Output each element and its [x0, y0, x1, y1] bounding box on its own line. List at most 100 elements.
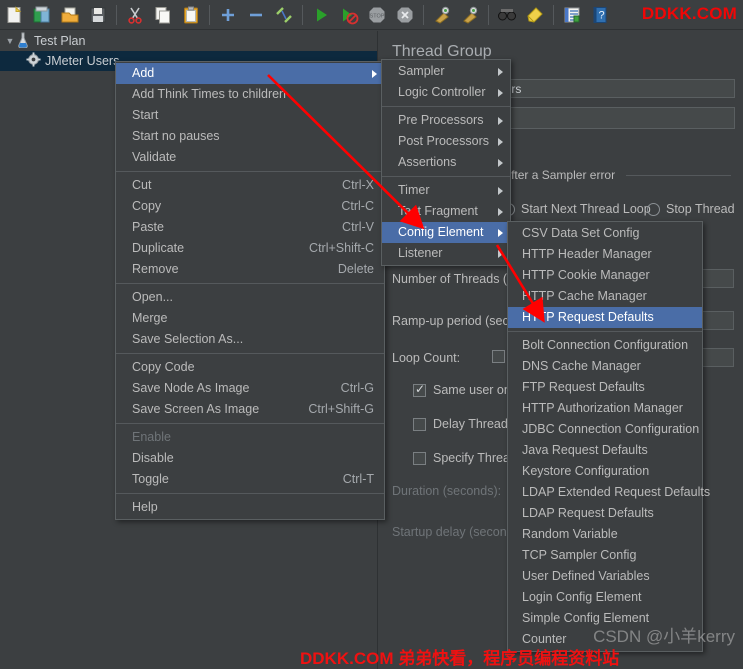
radio-stop-thread[interactable] — [647, 203, 660, 216]
config-item-ldap-request-defaults[interactable]: LDAP Request Defaults — [508, 503, 702, 524]
radio-stop-thread-label: Stop Thread — [666, 202, 735, 216]
config-item-http-header-manager[interactable]: HTTP Header Manager — [508, 244, 702, 265]
menu-item-label: Start — [132, 108, 159, 122]
menu-item-label: HTTP Cookie Manager — [522, 268, 650, 282]
menu-item-merge[interactable]: Merge — [116, 308, 384, 329]
delay-thread-checkbox[interactable] — [413, 418, 426, 431]
config-item-login-config-element[interactable]: Login Config Element — [508, 587, 702, 608]
config-item-ldap-extended-request-defaults[interactable]: LDAP Extended Request Defaults — [508, 482, 710, 503]
cut-icon[interactable] — [122, 2, 148, 28]
svg-text:STOP: STOP — [370, 13, 385, 19]
menu-item-duplicate[interactable]: Duplicate Ctrl+Shift-C — [116, 238, 384, 259]
same-user-checkbox[interactable] — [413, 382, 426, 397]
config-item-http-request-defaults[interactable]: HTTP Request Defaults — [508, 307, 702, 328]
svg-text:?: ? — [598, 9, 604, 21]
submenu-item-listener[interactable]: Listener — [382, 243, 510, 264]
config-item-jdbc-connection-configuration[interactable]: JDBC Connection Configuration — [508, 419, 702, 440]
menu-item-paste[interactable]: Paste Ctrl-V — [116, 217, 384, 238]
start-icon[interactable] — [308, 2, 334, 28]
menu-item-start[interactable]: Start — [116, 105, 384, 126]
test-plan-icon — [16, 32, 30, 51]
menu-item-label: Paste — [132, 220, 164, 234]
submenu-item-assertions[interactable]: Assertions — [382, 152, 510, 173]
config-item-http-authorization-manager[interactable]: HTTP Authorization Manager — [508, 398, 702, 419]
menu-item-label: Test Fragment — [398, 204, 478, 218]
templates-icon[interactable] — [29, 2, 55, 28]
menu-item-save-selection-as[interactable]: Save Selection As... — [116, 329, 384, 350]
chevron-right-icon — [498, 116, 503, 125]
add-submenu[interactable]: Sampler Logic Controller Pre Processors … — [381, 59, 511, 266]
menu-item-label: Config Element — [398, 225, 484, 239]
config-item-java-request-defaults[interactable]: Java Request Defaults — [508, 440, 702, 461]
search-icon[interactable] — [494, 2, 520, 28]
menu-item-accelerator: Delete — [337, 262, 374, 276]
tree-node-test-plan[interactable]: ▼ Test Plan — [0, 31, 377, 51]
submenu-item-pre-processors[interactable]: Pre Processors — [382, 110, 510, 131]
config-item-tcp-sampler-config[interactable]: TCP Sampler Config — [508, 545, 702, 566]
main-toolbar: STOP ? DDKK.COM — [0, 0, 743, 30]
new-icon[interactable] — [1, 2, 27, 28]
menu-item-help[interactable]: Help — [116, 497, 384, 518]
open-icon[interactable] — [57, 2, 83, 28]
tree-node-label: JMeter Users — [45, 54, 120, 68]
group-border — [626, 175, 731, 176]
save-icon[interactable] — [85, 2, 111, 28]
submenu-item-config-element[interactable]: Config Element — [382, 222, 510, 243]
config-element-submenu[interactable]: CSV Data Set Config HTTP Header Manager … — [507, 221, 710, 652]
chevron-down-icon[interactable]: ▼ — [4, 36, 16, 46]
menu-item-open[interactable]: Open... — [116, 287, 384, 308]
menu-item-label: Random Variable — [522, 527, 618, 541]
function-helper-icon[interactable] — [559, 2, 585, 28]
menu-item-label: Start no pauses — [132, 129, 220, 143]
tree-node-context-menu[interactable]: Add Add Think Times to children Start St… — [115, 61, 385, 520]
shutdown-icon[interactable] — [392, 2, 418, 28]
tree-node-label: Test Plan — [34, 34, 86, 48]
config-item-dns-cache-manager[interactable]: DNS Cache Manager — [508, 356, 702, 377]
clear-all-icon[interactable] — [457, 2, 483, 28]
config-item-http-cache-manager[interactable]: HTTP Cache Manager — [508, 286, 702, 307]
clear-icon[interactable] — [429, 2, 455, 28]
menu-item-copy-code[interactable]: Copy Code — [116, 357, 384, 378]
menu-item-add-think-times[interactable]: Add Think Times to children — [116, 84, 384, 105]
config-item-random-variable[interactable]: Random Variable — [508, 524, 702, 545]
submenu-item-test-fragment[interactable]: Test Fragment — [382, 201, 510, 222]
menu-item-remove[interactable]: Remove Delete — [116, 259, 384, 280]
menu-separator — [116, 493, 384, 494]
submenu-item-logic-controller[interactable]: Logic Controller — [382, 82, 510, 103]
menu-item-save-screen-as-image[interactable]: Save Screen As Image Ctrl+Shift-G — [116, 399, 384, 420]
config-item-ftp-request-defaults[interactable]: FTP Request Defaults — [508, 377, 702, 398]
submenu-item-sampler[interactable]: Sampler — [382, 61, 510, 82]
reset-search-icon[interactable] — [522, 2, 548, 28]
menu-item-cut[interactable]: Cut Ctrl-X — [116, 175, 384, 196]
config-item-bolt-connection-configuration[interactable]: Bolt Connection Configuration — [508, 335, 702, 356]
loop-count-infinite-checkbox[interactable] — [492, 350, 505, 363]
help-icon[interactable]: ? — [587, 2, 613, 28]
submenu-item-timer[interactable]: Timer — [382, 180, 510, 201]
collapse-all-icon[interactable] — [243, 2, 269, 28]
chevron-right-icon — [498, 228, 503, 237]
stop-icon[interactable]: STOP — [364, 2, 390, 28]
menu-item-disable[interactable]: Disable — [116, 448, 384, 469]
config-item-user-defined-variables[interactable]: User Defined Variables — [508, 566, 702, 587]
menu-item-toggle[interactable]: Toggle Ctrl-T — [116, 469, 384, 490]
toggle-icon[interactable] — [271, 2, 297, 28]
expand-all-icon[interactable] — [215, 2, 241, 28]
config-item-csv-data-set-config[interactable]: CSV Data Set Config — [508, 223, 702, 244]
menu-item-validate[interactable]: Validate — [116, 147, 384, 168]
menu-item-add[interactable]: Add — [116, 63, 384, 84]
config-item-keystore-configuration[interactable]: Keystore Configuration — [508, 461, 702, 482]
menu-item-copy[interactable]: Copy Ctrl-C — [116, 196, 384, 217]
specify-lifetime-checkbox[interactable] — [413, 452, 426, 465]
config-item-http-cookie-manager[interactable]: HTTP Cookie Manager — [508, 265, 702, 286]
menu-item-label: Listener — [398, 246, 443, 260]
start-no-pauses-icon[interactable] — [336, 2, 362, 28]
copy-icon[interactable] — [150, 2, 176, 28]
toolbar-separator — [553, 4, 554, 25]
toolbar-separator — [488, 4, 489, 25]
submenu-item-post-processors[interactable]: Post Processors — [382, 131, 510, 152]
menu-item-save-node-as-image[interactable]: Save Node As Image Ctrl-G — [116, 378, 384, 399]
menu-item-start-no-pauses[interactable]: Start no pauses — [116, 126, 384, 147]
menu-separator — [116, 171, 384, 172]
menu-item-label: Duplicate — [132, 241, 185, 255]
paste-icon[interactable] — [178, 2, 204, 28]
